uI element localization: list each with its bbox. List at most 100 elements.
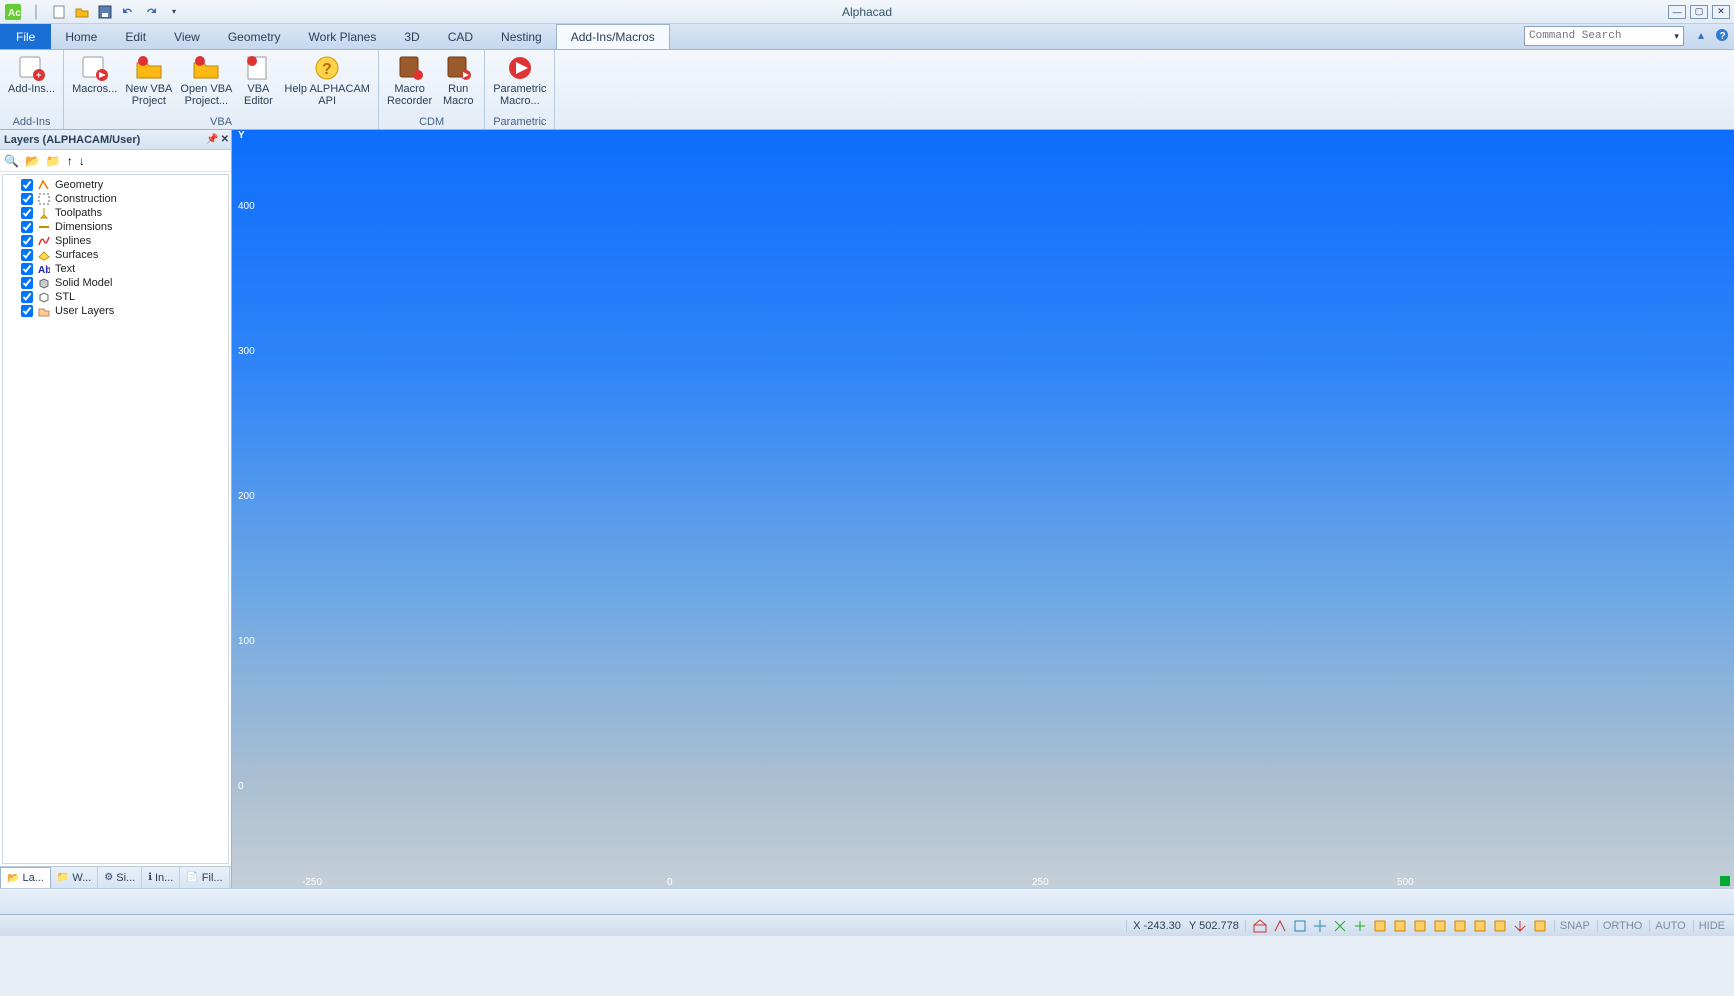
parametric-icon	[504, 54, 536, 82]
view-icon-7[interactable]	[1372, 918, 1388, 934]
view-icon-15[interactable]	[1532, 918, 1548, 934]
save-icon[interactable]	[96, 3, 114, 21]
tab-workplanes[interactable]: Work Planes	[295, 24, 391, 49]
main-area: Layers (ALPHACAM/User) 📌 ✕ 🔍 📂 📁 ↑ ↓ Geo…	[0, 130, 1734, 888]
tab-cad[interactable]: CAD	[434, 24, 487, 49]
new-vba-button[interactable]: New VBA Project	[121, 52, 176, 116]
help-icon[interactable]: ?	[1714, 27, 1730, 43]
layer-item[interactable]: Ab Text	[5, 262, 226, 276]
open-file-icon[interactable]	[73, 3, 91, 21]
run-macro-label: Run Macro	[443, 83, 474, 107]
layer-checkbox[interactable]	[21, 179, 33, 191]
svg-text:?: ?	[1720, 31, 1726, 42]
tab-edit[interactable]: Edit	[111, 24, 160, 49]
move-down-icon[interactable]: ↓	[79, 154, 85, 168]
close-panel-icon[interactable]: ✕	[221, 134, 229, 145]
panel-tab[interactable]: 📁W...	[51, 867, 98, 888]
view-icon-10[interactable]	[1432, 918, 1448, 934]
drawing-canvas[interactable]: Y 4003002001000 -2500250500	[232, 130, 1734, 888]
view-icon-13[interactable]	[1492, 918, 1508, 934]
parametric-macro-button[interactable]: Parametric Macro...	[489, 52, 550, 116]
panel-tab[interactable]: ℹIn...	[142, 867, 180, 888]
layers-toolbar: 🔍 📂 📁 ↑ ↓	[0, 150, 231, 172]
collapse-ribbon-icon[interactable]: ▴	[1693, 27, 1709, 43]
new-vba-icon	[133, 54, 165, 82]
view-icon-12[interactable]	[1472, 918, 1488, 934]
layer-checkbox[interactable]	[21, 207, 33, 219]
view-icon-4[interactable]	[1312, 918, 1328, 934]
tab-home[interactable]: Home	[51, 24, 111, 49]
macros-button[interactable]: Macros...	[68, 52, 121, 116]
layer-checkbox[interactable]	[21, 277, 33, 289]
toolbar-icon-2[interactable]: 📂	[25, 154, 40, 168]
view-icon-5[interactable]	[1332, 918, 1348, 934]
qat-dropdown-icon[interactable]: ▾	[165, 3, 183, 21]
view-icon-14[interactable]	[1512, 918, 1528, 934]
view-icon-8[interactable]	[1392, 918, 1408, 934]
layer-item[interactable]: Construction	[5, 192, 226, 206]
view-icon-2[interactable]	[1272, 918, 1288, 934]
vba-editor-button[interactable]: VBA Editor	[236, 52, 280, 116]
macro-recorder-button[interactable]: Macro Recorder	[383, 52, 436, 116]
coordinates: X -243.30 Y 502.778	[1126, 920, 1246, 932]
tab-addins-macros[interactable]: Add-Ins/Macros	[556, 24, 670, 49]
layer-item[interactable]: STL	[5, 290, 226, 304]
ruler-tick: 400	[232, 200, 255, 212]
help-api-button[interactable]: ? Help ALPHACAM API	[280, 52, 374, 116]
layer-item[interactable]: Geometry	[5, 178, 226, 192]
tab-file[interactable]: File	[0, 24, 51, 49]
undo-icon[interactable]	[119, 3, 137, 21]
command-search-input[interactable]	[1525, 30, 1670, 42]
addins-button[interactable]: + Add-Ins...	[4, 52, 59, 116]
layer-item[interactable]: Splines	[5, 234, 226, 248]
layer-name: Splines	[55, 235, 91, 247]
layer-item[interactable]: User Layers	[5, 304, 226, 318]
mode-auto[interactable]: AUTO	[1649, 920, 1690, 932]
new-file-icon[interactable]	[50, 3, 68, 21]
minimize-button[interactable]: ―	[1668, 5, 1686, 19]
layer-checkbox[interactable]	[21, 235, 33, 247]
layer-item[interactable]: Surfaces	[5, 248, 226, 262]
toolbar-icon-1[interactable]: 🔍	[4, 154, 19, 168]
mode-hide[interactable]: HIDE	[1693, 920, 1730, 932]
pin-icon[interactable]: 📌	[206, 134, 218, 145]
layer-name: Construction	[55, 193, 117, 205]
toolbar-icon-3[interactable]: 📁	[46, 154, 61, 168]
mode-snap[interactable]: SNAP	[1554, 920, 1595, 932]
layer-checkbox[interactable]	[21, 221, 33, 233]
view-icon-11[interactable]	[1452, 918, 1468, 934]
layer-checkbox[interactable]	[21, 263, 33, 275]
search-dropdown-icon[interactable]: ▾	[1670, 31, 1683, 42]
layer-item[interactable]: Toolpaths	[5, 206, 226, 220]
open-vba-button[interactable]: Open VBA Project...	[176, 52, 236, 116]
tab-geometry[interactable]: Geometry	[214, 24, 295, 49]
panel-tab[interactable]: 📄Fil...	[180, 867, 229, 888]
mode-ortho[interactable]: ORTHO	[1597, 920, 1648, 932]
run-macro-button[interactable]: Run Macro	[436, 52, 480, 116]
layer-item[interactable]: Solid Model	[5, 276, 226, 290]
command-search[interactable]: ▾	[1524, 26, 1684, 46]
ribbon: + Add-Ins... Add-Ins Macros... New VBA P…	[0, 50, 1734, 130]
tab-icon: 📂	[7, 873, 19, 884]
command-bar[interactable]	[0, 888, 1734, 914]
close-button[interactable]: ✕	[1712, 5, 1730, 19]
move-up-icon[interactable]: ↑	[67, 154, 73, 168]
panel-tab[interactable]: ⚙Si...	[98, 867, 142, 888]
layer-name: User Layers	[55, 305, 114, 317]
view-icon-3[interactable]	[1292, 918, 1308, 934]
view-icon-6[interactable]	[1352, 918, 1368, 934]
layer-checkbox[interactable]	[21, 305, 33, 317]
layer-checkbox[interactable]	[21, 249, 33, 261]
tab-view[interactable]: View	[160, 24, 214, 49]
panel-tab[interactable]: 📂La...	[0, 867, 51, 888]
view-icon-9[interactable]	[1412, 918, 1428, 934]
layer-icon-constr	[37, 193, 51, 205]
tab-3d[interactable]: 3D	[390, 24, 433, 49]
layer-item[interactable]: Dimensions	[5, 220, 226, 234]
view-icon-1[interactable]	[1252, 918, 1268, 934]
maximize-button[interactable]: ▢	[1690, 5, 1708, 19]
layer-checkbox[interactable]	[21, 291, 33, 303]
tab-nesting[interactable]: Nesting	[487, 24, 556, 49]
layer-checkbox[interactable]	[21, 193, 33, 205]
redo-icon[interactable]	[142, 3, 160, 21]
